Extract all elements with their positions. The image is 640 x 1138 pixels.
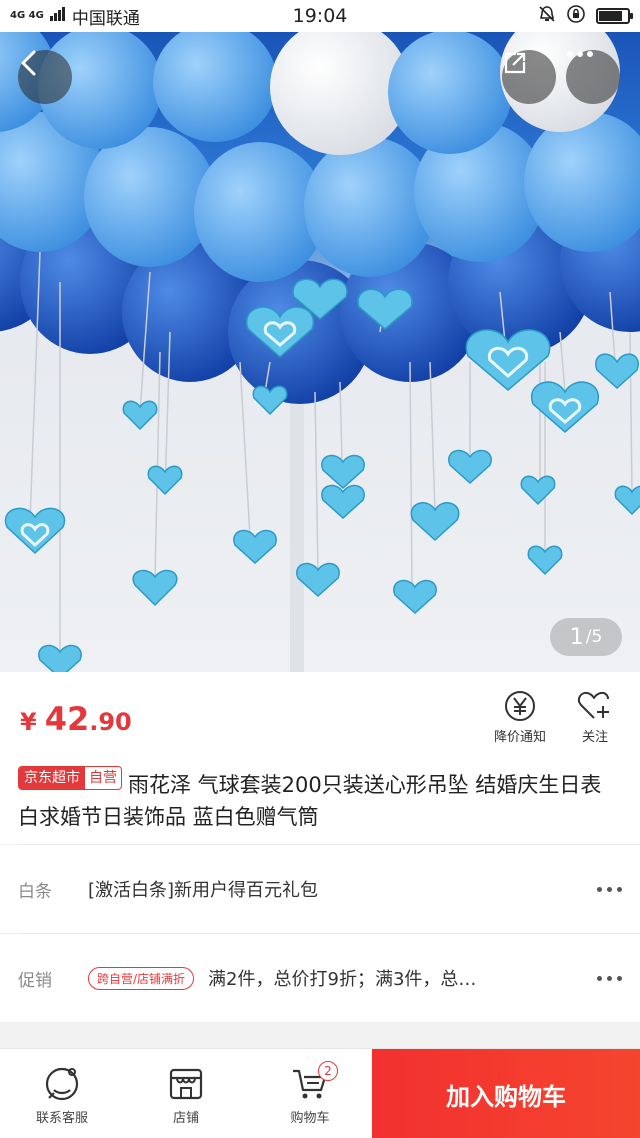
signal-icon [49,6,66,26]
baitiao-label: 白条 [18,881,52,902]
network-indicator: 4G 4G [10,10,44,21]
cart-button[interactable]: 购物车 2 [248,1049,372,1138]
promotion-row[interactable]: 促销 跨自营/店铺满折 满2件，总价打9折；满3件，总… [0,934,640,1022]
mute-bell-icon [538,5,556,28]
shop-label: 店铺 [172,1111,199,1126]
battery-icon [596,8,633,24]
customer-service-label: 联系客服 [35,1111,88,1126]
bottom-action-bar: 联系客服 店铺 购物车 2 加入购物车 [0,1048,640,1138]
store-icon [167,1061,205,1107]
cart-label: 购物车 [290,1111,330,1126]
promotion-text: 满2件，总价打9折；满3件，总… [208,969,477,990]
shop-button[interactable]: 店铺 [124,1049,248,1138]
baitiao-text: [激活白条]新用户得百元礼包 [88,880,319,901]
currency-symbol: ¥ [20,708,37,736]
total-pages: /5 [585,627,603,647]
carrier-name: 中国联通 [71,8,140,29]
customer-service-button[interactable]: 联系客服 [0,1049,124,1138]
current-page: 1 [569,624,584,650]
more-dots-icon [582,975,622,981]
promotion-tag: 跨自营/店铺满折 [88,967,195,990]
price-alert-button[interactable]: 降价通知 [480,686,560,745]
price-section: ¥ 42 .90 降价通知 关注 [0,672,640,764]
promotion-label: 促销 [18,970,52,991]
headset-chat-icon [42,1061,82,1107]
store-badge: 京东超市 自营 [18,766,122,790]
follow-label: 关注 [581,730,608,745]
back-button[interactable] [18,50,72,104]
price-integer: 42 [44,700,90,738]
follow-button[interactable]: 关注 [555,686,635,745]
product-title: 京东超市 自营 雨花泽 气球套装200只装送心形吊坠 结婚庆生日表白求婚节日装饰品 … [0,764,640,844]
cart-count-badge: 2 [318,1061,338,1081]
yen-bell-icon [480,686,560,726]
balloon-decoration-image [0,32,640,672]
image-page-indicator: 1/5 [550,618,622,656]
self-operated-badge: 自营 [89,770,117,786]
rotation-lock-icon [566,4,586,29]
heart-plus-icon [555,686,635,726]
more-button[interactable] [566,50,620,104]
product-image[interactable]: 1/5 [0,32,640,672]
status-bar: 4G 4G 中国联通 19:04 [0,0,640,32]
baitiao-row[interactable]: 白条 [激活白条]新用户得百元礼包 [0,845,640,933]
product-price: ¥ 42 .90 [20,700,132,738]
price-decimal: .90 [89,708,132,736]
price-alert-label: 降价通知 [493,730,546,745]
share-button[interactable] [502,50,556,104]
add-to-cart-button[interactable]: 加入购物车 [372,1049,640,1138]
more-dots-icon [582,886,622,892]
store-badge-name: 京东超市 [19,767,85,789]
